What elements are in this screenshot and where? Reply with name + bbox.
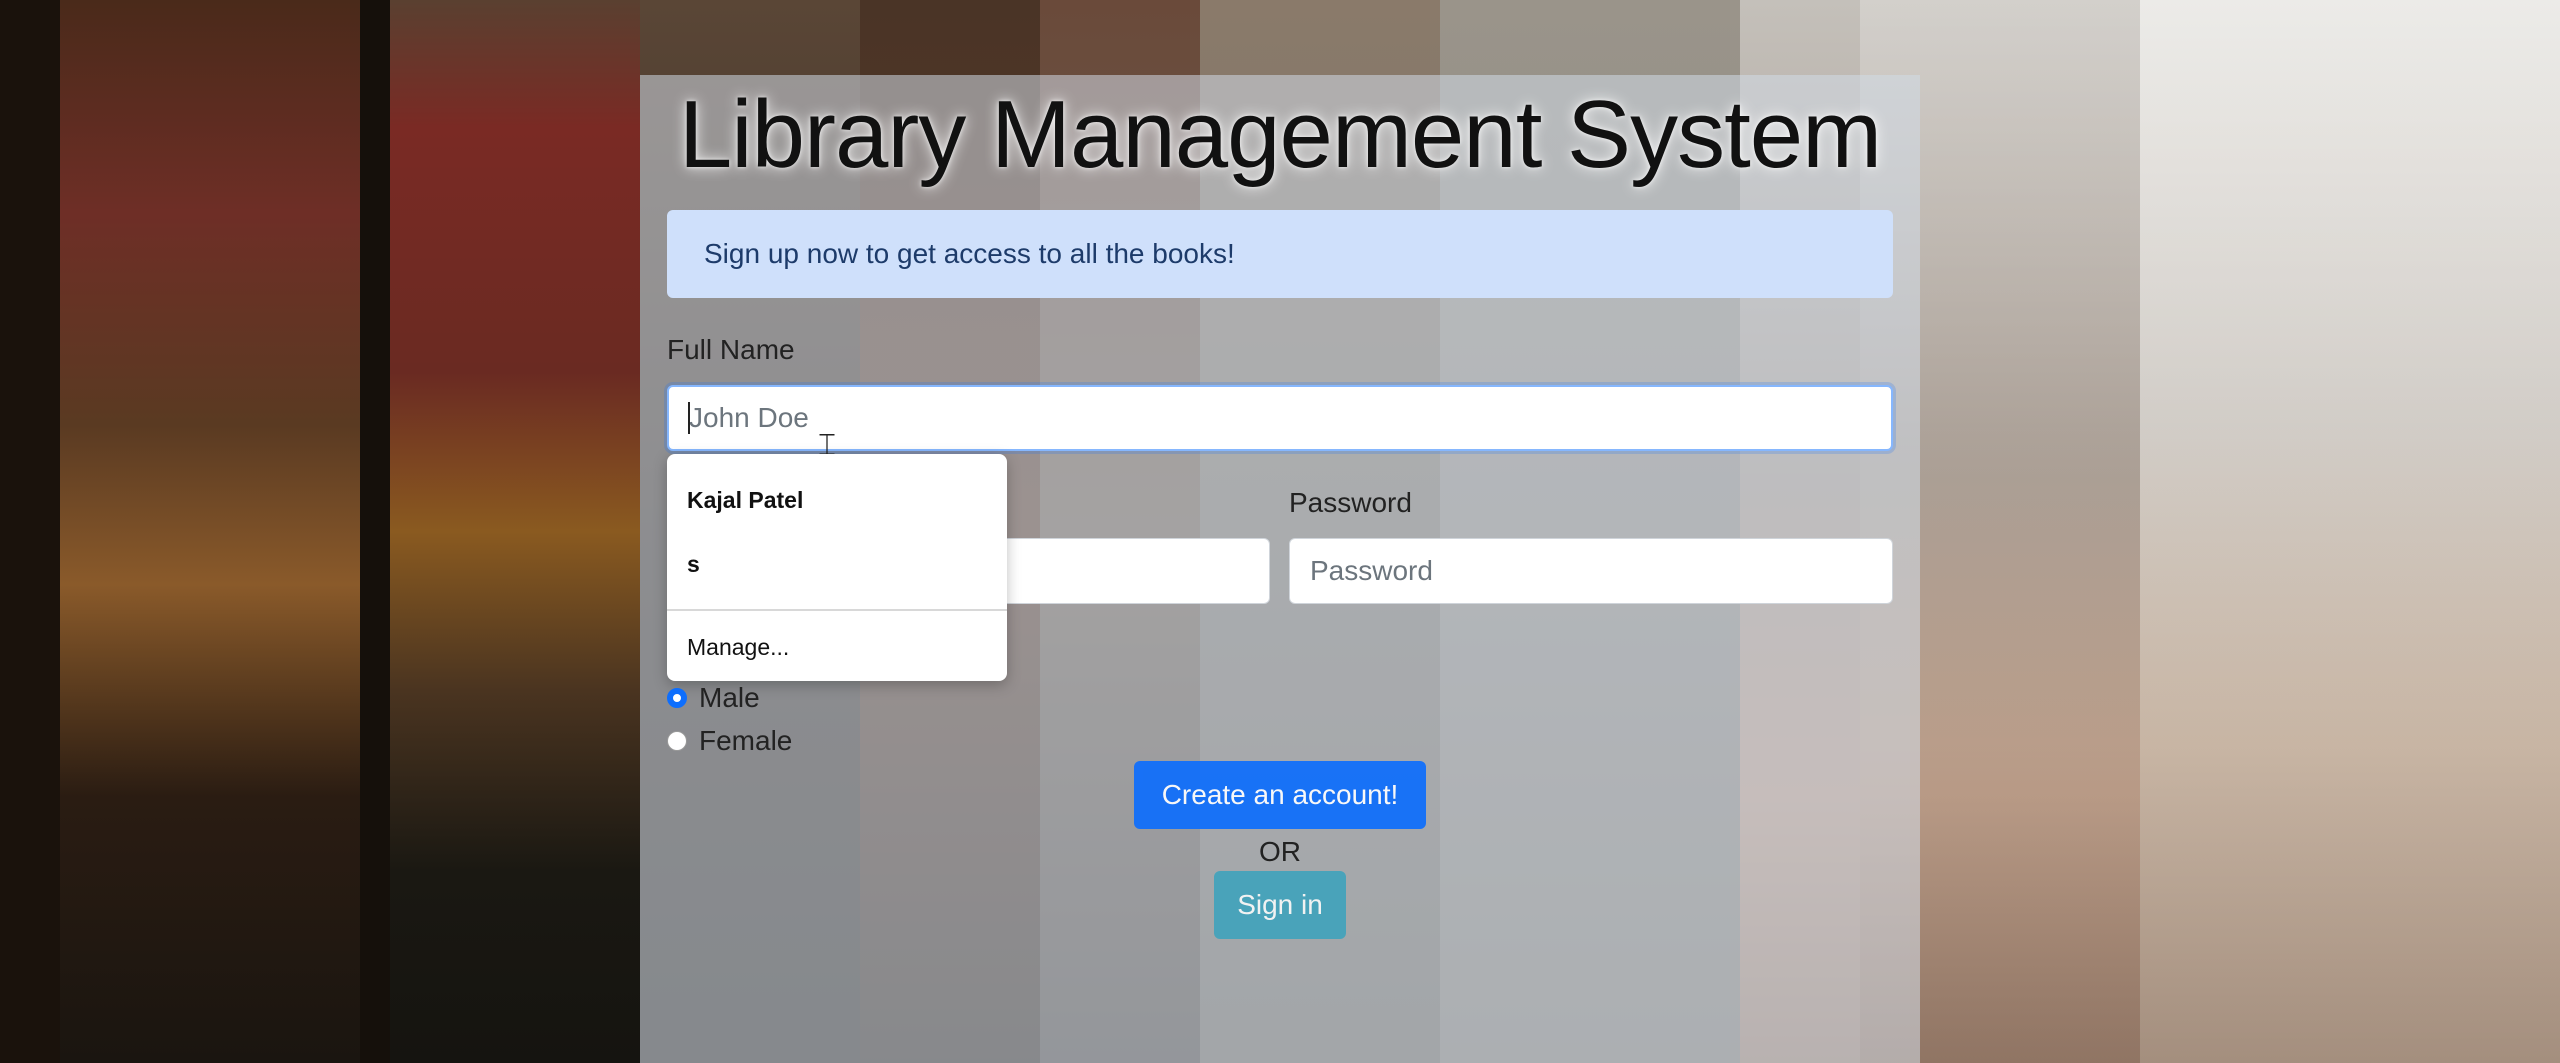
or-divider-text: OR xyxy=(1259,836,1301,867)
radio-button-male[interactable] xyxy=(667,688,687,708)
gender-option-male[interactable]: Male xyxy=(667,682,760,714)
password-label: Password xyxy=(1289,487,1412,518)
radio-button-female[interactable] xyxy=(667,731,687,751)
full-name-label: Full Name xyxy=(667,334,795,365)
create-account-button[interactable]: Create an account! xyxy=(1134,761,1426,829)
gender-label-female: Female xyxy=(699,725,793,756)
text-caret xyxy=(688,402,690,434)
gender-label-male: Male xyxy=(699,682,760,713)
autofill-suggestion[interactable]: Kajal Patel xyxy=(687,487,803,514)
password-input[interactable] xyxy=(1289,538,1893,604)
autofill-suggestion[interactable]: s xyxy=(687,551,700,578)
gender-option-female[interactable]: Female xyxy=(667,725,792,757)
autofill-divider xyxy=(667,609,1007,611)
autofill-dropdown: Kajal Patel s Manage... xyxy=(667,454,1007,681)
full-name-input[interactable] xyxy=(667,385,1893,451)
email-input[interactable] xyxy=(1000,538,1270,604)
page-title: Library Management System xyxy=(678,81,1882,188)
sign-in-button[interactable]: Sign in xyxy=(1214,871,1346,939)
signup-alert: Sign up now to get access to all the boo… xyxy=(667,210,1893,298)
alert-text: Sign up now to get access to all the boo… xyxy=(704,238,1235,269)
autofill-manage-link[interactable]: Manage... xyxy=(687,634,789,661)
